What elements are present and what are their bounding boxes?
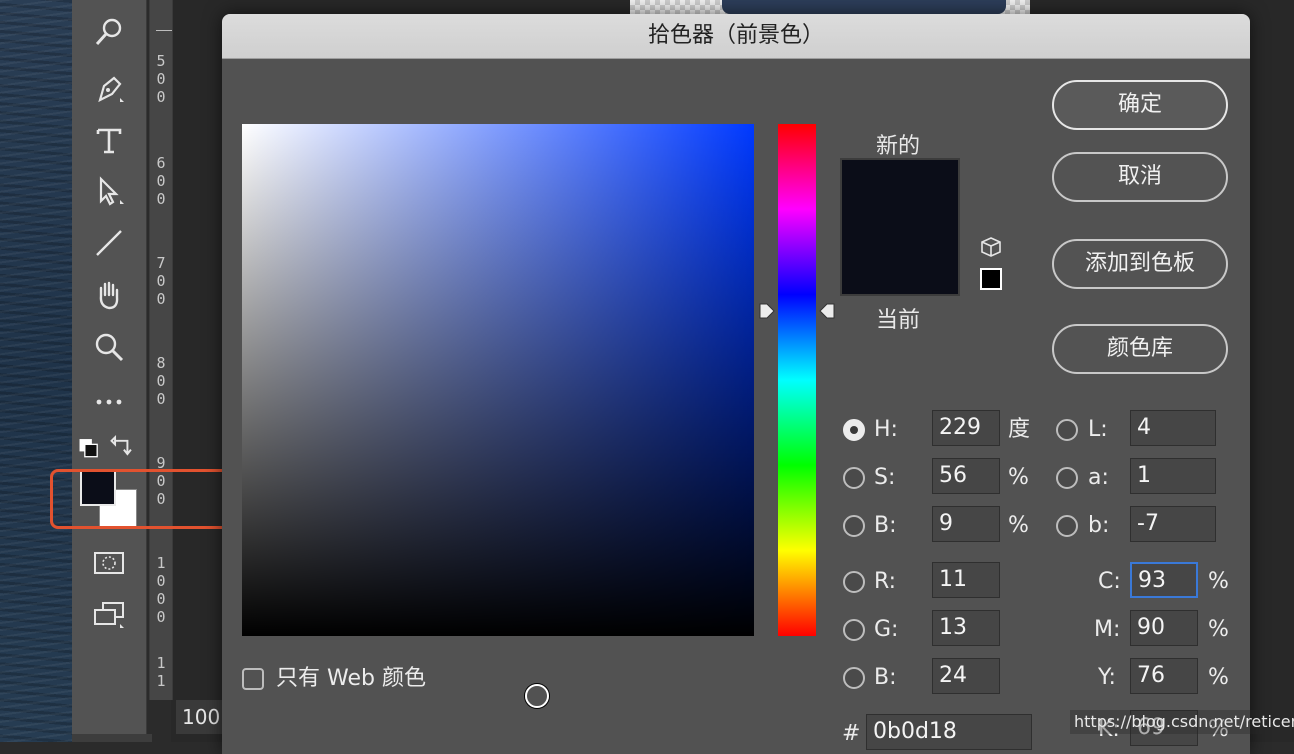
red-label: R: bbox=[874, 569, 897, 594]
watermark-url: https://blog.csdn.net/reticent bbox=[1070, 710, 1294, 734]
saturation-radio[interactable] bbox=[843, 467, 865, 489]
lab-l-label: L: bbox=[1088, 417, 1108, 442]
color-libraries-button[interactable]: 颜色库 bbox=[1052, 324, 1228, 374]
canvas-image-left bbox=[0, 0, 72, 742]
saturation-brightness-field[interactable] bbox=[242, 124, 754, 708]
hue-unit: 度 bbox=[1008, 417, 1031, 442]
color-picker-ring[interactable] bbox=[525, 684, 549, 708]
cyan-input[interactable]: 93 bbox=[1130, 562, 1198, 598]
path-select-icon[interactable] bbox=[90, 172, 128, 210]
red-input[interactable]: 11 bbox=[932, 562, 1000, 598]
pen-icon[interactable] bbox=[90, 70, 128, 108]
hex-input[interactable]: 0b0d18 bbox=[866, 714, 1032, 750]
red-radio[interactable] bbox=[843, 571, 865, 593]
blue-input[interactable]: 24 bbox=[932, 658, 1000, 694]
blue-label: B: bbox=[874, 665, 897, 690]
cancel-button[interactable]: 取消 bbox=[1052, 152, 1228, 202]
saturation-label: S: bbox=[874, 465, 896, 490]
more-tools-icon[interactable] bbox=[90, 380, 128, 418]
default-colors-icon[interactable] bbox=[76, 428, 106, 466]
current-color-label: 当前 bbox=[876, 308, 921, 333]
web-colors-only-label[interactable]: 只有 Web 颜色 bbox=[276, 662, 426, 696]
line-icon[interactable] bbox=[90, 224, 128, 262]
tools-panel bbox=[72, 0, 147, 734]
lab-a-label: a: bbox=[1088, 465, 1109, 490]
lab-l-input[interactable]: 4 bbox=[1130, 410, 1216, 446]
blue-radio[interactable] bbox=[843, 667, 865, 689]
lab-b-input[interactable]: -7 bbox=[1130, 506, 1216, 542]
hue-input[interactable]: 229 bbox=[932, 410, 1000, 446]
saturation-input[interactable]: 56 bbox=[932, 458, 1000, 494]
hue-slider-right-arrow[interactable] bbox=[819, 302, 835, 320]
spot-healing-icon[interactable] bbox=[90, 14, 128, 52]
web-safe-color-swatch[interactable] bbox=[980, 268, 1002, 290]
magenta-input[interactable]: 90 bbox=[1130, 610, 1198, 646]
vertical-ruler: 500 600 700 800 900 1000 11 bbox=[149, 0, 173, 700]
ruler-label: 600 bbox=[156, 154, 166, 208]
add-to-swatches-button[interactable]: 添加到色板 bbox=[1052, 239, 1228, 289]
annotation-highlight-box bbox=[50, 469, 236, 529]
cyan-label: C: bbox=[1098, 569, 1121, 594]
hue-radio[interactable] bbox=[843, 419, 865, 441]
ruler-label: 1000 bbox=[156, 554, 166, 626]
magenta-unit: % bbox=[1208, 617, 1229, 642]
hand-icon[interactable] bbox=[90, 276, 128, 314]
yellow-label: Y: bbox=[1098, 665, 1116, 690]
brightness-label: B: bbox=[874, 513, 897, 538]
color-picker-dialog: 拾色器（前景色） 新的 当前 确定 取消 添加到色板 颜色库 H: 229 度 … bbox=[222, 14, 1250, 754]
yellow-input[interactable]: 76 bbox=[1130, 658, 1198, 694]
ruler-tick bbox=[156, 30, 172, 31]
cyan-unit: % bbox=[1208, 569, 1229, 594]
quick-mask-icon[interactable] bbox=[90, 544, 128, 582]
hex-label: # bbox=[842, 721, 861, 746]
hue-slider[interactable] bbox=[778, 124, 816, 636]
ruler-label: 11 bbox=[156, 654, 166, 690]
brightness-unit: % bbox=[1008, 513, 1029, 538]
image-figure-top bbox=[722, 0, 1006, 14]
swap-colors-icon[interactable] bbox=[108, 428, 138, 466]
screen-mode-icon[interactable] bbox=[90, 596, 128, 634]
green-input[interactable]: 13 bbox=[932, 610, 1000, 646]
green-label: G: bbox=[874, 617, 899, 642]
hue-label: H: bbox=[874, 417, 898, 442]
new-current-color-preview[interactable] bbox=[840, 158, 960, 296]
yellow-unit: % bbox=[1208, 665, 1229, 690]
ok-button[interactable]: 确定 bbox=[1052, 80, 1228, 130]
lab-a-radio[interactable] bbox=[1056, 467, 1078, 489]
brightness-radio[interactable] bbox=[843, 515, 865, 537]
brightness-input[interactable]: 9 bbox=[932, 506, 1000, 542]
zoom-icon[interactable] bbox=[90, 328, 128, 366]
type-icon[interactable] bbox=[90, 122, 128, 160]
saturation-unit: % bbox=[1008, 465, 1029, 490]
magenta-label: M: bbox=[1094, 617, 1121, 642]
dialog-title: 拾色器（前景色） bbox=[222, 14, 1250, 59]
new-color-label: 新的 bbox=[876, 134, 921, 159]
ruler-label: 700 bbox=[156, 254, 166, 308]
out-of-web-gamut-cube-icon[interactable] bbox=[980, 236, 1002, 258]
lab-b-radio[interactable] bbox=[1056, 515, 1078, 537]
lab-b-label: b: bbox=[1088, 513, 1110, 538]
green-radio[interactable] bbox=[843, 619, 865, 641]
lab-l-radio[interactable] bbox=[1056, 419, 1078, 441]
toolbar-footer bbox=[72, 734, 152, 742]
lab-a-input[interactable]: 1 bbox=[1130, 458, 1216, 494]
web-colors-only-checkbox[interactable] bbox=[242, 668, 264, 690]
hue-slider-left-arrow[interactable] bbox=[759, 302, 775, 320]
ruler-label: 500 bbox=[156, 52, 166, 106]
ruler-label: 800 bbox=[156, 354, 166, 408]
